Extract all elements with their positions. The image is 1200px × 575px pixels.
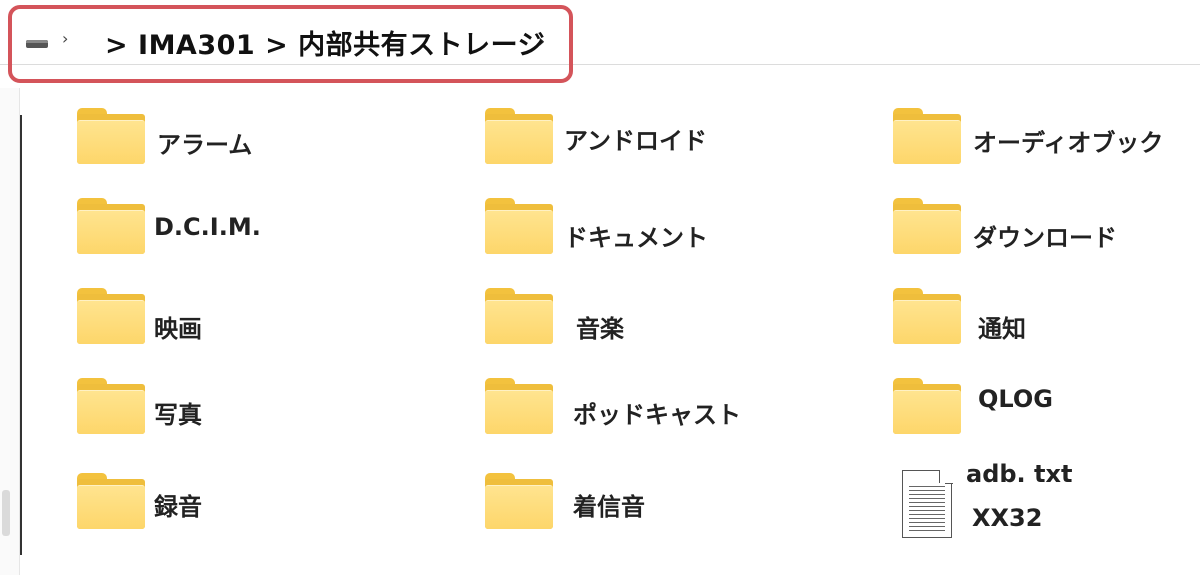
folder-item-podcasts[interactable]: ポッドキャスト xyxy=(485,378,785,448)
folder-item-movies[interactable]: 映画 xyxy=(77,288,337,358)
folder-icon xyxy=(77,378,145,434)
folder-icon xyxy=(893,288,961,344)
folder-icon xyxy=(485,378,553,434)
folder-item-music[interactable]: 音楽 xyxy=(485,288,785,358)
folder-item-ringtones[interactable]: 着信音 xyxy=(485,473,785,543)
breadcrumb[interactable]: › > IMA301 > 内部共有ストレージ › xyxy=(8,5,573,83)
file-item-adb-txt[interactable]: adb. txt XX32 xyxy=(902,456,1192,546)
folder-icon xyxy=(77,108,145,164)
folder-label: オーディオブック xyxy=(973,129,1164,157)
folder-item-notifications[interactable]: 通知 xyxy=(893,288,1193,358)
folder-label: 通知 xyxy=(978,315,1026,343)
folder-item-dcim[interactable]: D.C.I.M. xyxy=(77,198,337,268)
chevron-right-icon[interactable]: › xyxy=(538,31,545,52)
folder-label: D.C.I.M. xyxy=(154,213,261,241)
folder-icon xyxy=(77,198,145,254)
folder-item-android[interactable]: アンドロイド xyxy=(485,108,785,178)
folder-label: QLOG xyxy=(978,385,1053,413)
folder-label: 録音 xyxy=(154,493,202,521)
folder-item-alarm[interactable]: アラーム xyxy=(77,108,337,178)
chevron-right-icon[interactable]: › xyxy=(62,29,68,48)
folder-item-audiobooks[interactable]: オーディオブック xyxy=(893,108,1193,178)
folder-icon xyxy=(893,198,961,254)
folder-icon xyxy=(485,198,553,254)
folder-label: 映画 xyxy=(154,315,202,343)
folder-item-recordings[interactable]: 録音 xyxy=(77,473,337,543)
folder-icon xyxy=(77,473,145,529)
folder-icon xyxy=(893,378,961,434)
folder-label: 音楽 xyxy=(576,315,624,343)
folder-item-pictures[interactable]: 写真 xyxy=(77,378,337,448)
folder-icon xyxy=(77,288,145,344)
folder-item-qlog[interactable]: QLOG xyxy=(893,378,1193,448)
folder-label: アラーム xyxy=(157,131,253,159)
folder-label: 写真 xyxy=(154,401,202,429)
breadcrumb-path[interactable]: > IMA301 > 内部共有ストレージ xyxy=(105,23,545,62)
text-file-icon xyxy=(902,469,953,538)
file-sublabel: XX32 xyxy=(972,504,1043,532)
folder-label: ポッドキャスト xyxy=(573,401,741,429)
file-grid: アラーム アンドロイド オーディオブック D.C.I.M. ドキュメント ダウン… xyxy=(0,88,1200,575)
folder-item-documents[interactable]: ドキュメント xyxy=(485,198,785,268)
folder-item-download[interactable]: ダウンロード xyxy=(893,198,1193,268)
folder-icon xyxy=(485,288,553,344)
folder-label: ドキュメント xyxy=(564,224,708,252)
folder-icon xyxy=(485,108,553,164)
folder-label: アンドロイド xyxy=(564,127,708,155)
folder-label: 着信音 xyxy=(573,493,645,521)
folder-icon xyxy=(485,473,553,529)
file-label: adb. txt xyxy=(966,460,1073,488)
folder-icon xyxy=(893,108,961,164)
drive-icon[interactable] xyxy=(26,40,48,48)
folder-label: ダウンロード xyxy=(973,224,1117,252)
